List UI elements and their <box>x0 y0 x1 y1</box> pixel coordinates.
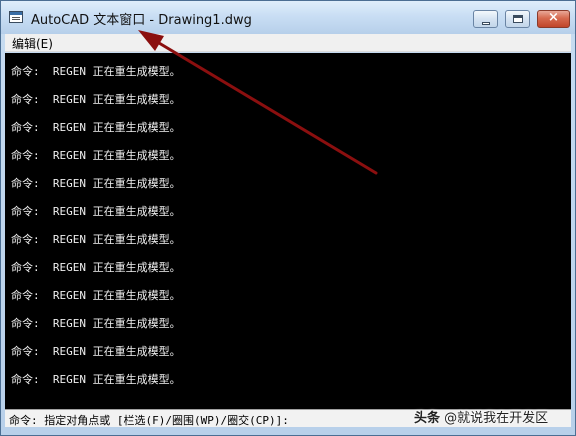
maximize-button[interactable] <box>505 10 530 28</box>
watermark-handle: @就说我在开发区 <box>444 411 549 426</box>
menu-item-edit[interactable]: 编辑(E) <box>9 35 56 52</box>
console-line: 命令: REGEN 正在重生成模型。 <box>11 233 181 246</box>
console-line: 命令: REGEN 正在重生成模型。 <box>11 289 181 302</box>
close-button[interactable]: × <box>537 10 570 28</box>
console-line: 命令: REGEN 正在重生成模型。 <box>11 373 181 386</box>
minimize-button[interactable] <box>473 10 498 28</box>
watermark: 头条 @就说我在开发区 <box>414 407 548 426</box>
app-window-icon[interactable] <box>9 11 23 23</box>
window-title: AutoCAD 文本窗口 - Drawing1.dwg <box>31 13 252 28</box>
console-line: 命令: REGEN 正在重生成模型。 <box>11 149 181 162</box>
menu-bar: 编辑(E) <box>5 34 571 52</box>
title-bar[interactable]: AutoCAD 文本窗口 - Drawing1.dwg × <box>1 1 575 34</box>
console-line: 命令: REGEN 正在重生成模型。 <box>11 317 181 330</box>
console-line: 命令: REGEN 正在重生成模型。 <box>11 205 181 218</box>
console-line: 命令: REGEN 正在重生成模型。 <box>11 65 181 78</box>
console-line: 命令: REGEN 正在重生成模型。 <box>11 261 181 274</box>
console-line: 命令: REGEN 正在重生成模型。 <box>11 345 181 358</box>
autocad-text-window: AutoCAD 文本窗口 - Drawing1.dwg × 编辑(E) 命令: … <box>0 0 576 436</box>
console-line: 命令: REGEN 正在重生成模型。 <box>11 93 181 106</box>
command-history-console[interactable]: 命令: REGEN 正在重生成模型。 命令: REGEN 正在重生成模型。 命令… <box>5 53 571 409</box>
console-line: 命令: REGEN 正在重生成模型。 <box>11 121 181 134</box>
prompt-text: 命令: 指定对角点或 [栏选(F)/圈围(WP)/圈交(CP)]: <box>9 414 289 427</box>
close-icon: × <box>548 10 559 25</box>
minimize-icon <box>482 22 490 25</box>
console-line: 命令: REGEN 正在重生成模型。 <box>11 177 181 190</box>
maximize-icon <box>513 15 523 23</box>
watermark-brand: 头条 <box>414 411 441 426</box>
